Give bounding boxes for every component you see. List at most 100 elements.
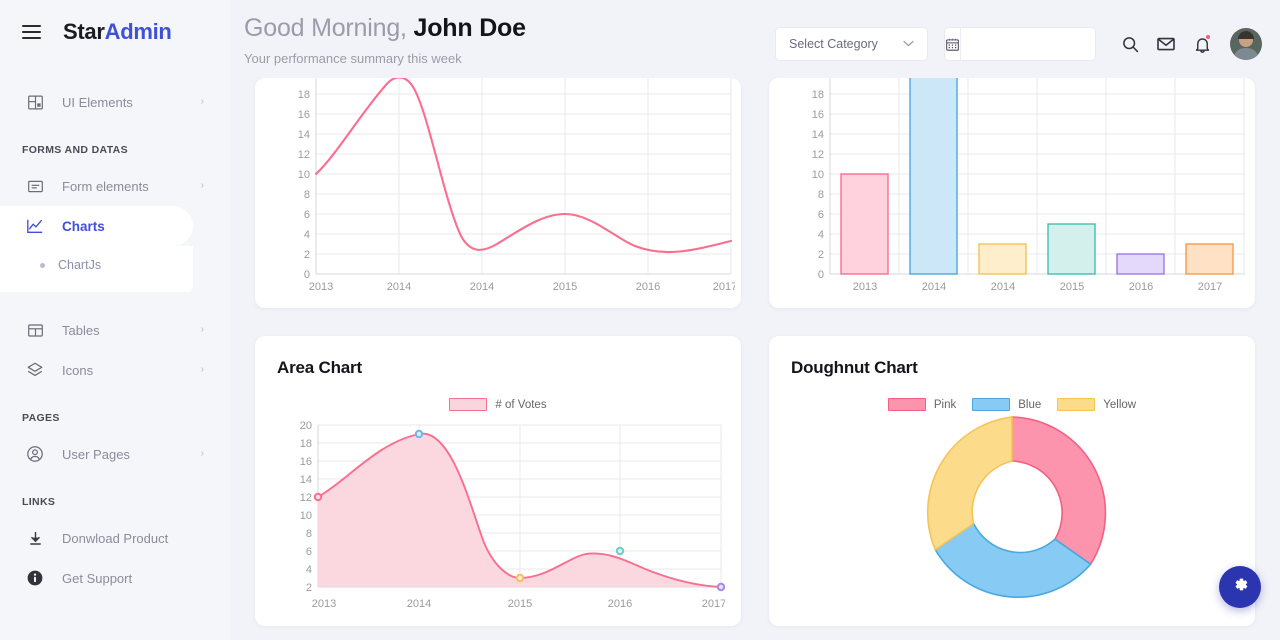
header-controls: Select Category xyxy=(775,0,1262,61)
legend-swatch xyxy=(449,398,487,411)
info-icon xyxy=(24,567,46,589)
sidebar-nav: UI Elements › FORMS AND DATAS Form eleme… xyxy=(0,64,230,598)
select-category-dropdown[interactable]: Select Category xyxy=(775,27,928,61)
date-picker-group[interactable] xyxy=(944,27,1096,61)
sidebar-item-label: User Pages xyxy=(62,447,201,462)
settings-fab-button[interactable] xyxy=(1219,566,1261,608)
svg-text:2016: 2016 xyxy=(636,281,660,290)
date-input[interactable] xyxy=(961,28,1096,60)
legend-item[interactable]: # of Votes xyxy=(449,398,546,411)
sidebar-item-user-pages[interactable]: User Pages › xyxy=(0,434,230,474)
sidebar-category-forms: FORMS AND DATAS xyxy=(0,144,230,156)
svg-text:2013: 2013 xyxy=(853,281,877,290)
svg-text:14: 14 xyxy=(298,129,310,141)
line-chart[interactable]: 1816 1412 108 64 20 20132014 20142015 20… xyxy=(275,78,721,290)
svg-text:20: 20 xyxy=(300,421,312,432)
charts-row-top: 1816 1412 108 64 20 20132014 20142015 20… xyxy=(255,78,1255,308)
sidebar: StarAdmin UI Elements › FORMS AND DATAS xyxy=(0,0,230,640)
doughnut-chart-svg xyxy=(912,413,1112,613)
svg-text:0: 0 xyxy=(818,269,824,281)
ui-elements-icon xyxy=(24,91,46,113)
sidebar-subitem-chartjs[interactable]: ChartJs xyxy=(0,250,193,280)
chevron-right-icon: › xyxy=(201,365,204,375)
mail-icon[interactable] xyxy=(1148,27,1184,61)
calendar-icon[interactable] xyxy=(945,28,961,60)
svg-text:2014: 2014 xyxy=(922,281,946,290)
svg-text:18: 18 xyxy=(812,89,824,101)
doughnut-chart[interactable] xyxy=(791,413,1233,613)
sidebar-item-tables[interactable]: Tables › xyxy=(0,310,230,350)
gear-icon xyxy=(1231,575,1250,599)
doughnut-chart-title: Doughnut Chart xyxy=(791,358,1233,378)
sidebar-item-label: UI Elements xyxy=(62,95,201,110)
area-chart-svg: 2018 1614 1210 86 42 20132014 20152016 2… xyxy=(277,421,725,621)
svg-text:6: 6 xyxy=(306,546,312,558)
svg-text:10: 10 xyxy=(812,169,824,181)
legend-item[interactable]: Blue xyxy=(972,398,1041,411)
sidebar-item-label: Charts xyxy=(62,219,230,234)
greeting-prefix: Good Morning, xyxy=(244,14,407,42)
form-elements-icon xyxy=(24,175,46,197)
svg-text:8: 8 xyxy=(304,189,310,201)
svg-text:18: 18 xyxy=(298,89,310,101)
svg-text:2: 2 xyxy=(818,249,824,261)
brand-logo[interactable]: StarAdmin xyxy=(63,21,172,43)
user-pages-icon xyxy=(24,443,46,465)
chevron-right-icon: › xyxy=(201,449,204,459)
area-chart[interactable]: 2018 1614 1210 86 42 20132014 20152016 2… xyxy=(277,421,719,621)
sidebar-item-ui-elements[interactable]: UI Elements › xyxy=(0,82,230,122)
sidebar-item-label: Tables xyxy=(62,323,201,338)
download-icon xyxy=(24,527,46,549)
avatar[interactable] xyxy=(1230,28,1262,60)
line-chart-card: 1816 1412 108 64 20 20132014 20142015 20… xyxy=(255,78,741,308)
svg-text:2014: 2014 xyxy=(387,281,411,290)
svg-text:16: 16 xyxy=(298,109,310,121)
greeting-block: Good Morning, John Doe Your performance … xyxy=(244,0,775,66)
sidebar-brand-row: StarAdmin xyxy=(0,0,230,64)
sidebar-item-form-elements[interactable]: Form elements › xyxy=(0,166,230,206)
svg-text:2017: 2017 xyxy=(702,598,725,610)
search-icon[interactable] xyxy=(1112,27,1148,61)
app-root: StarAdmin UI Elements › FORMS AND DATAS xyxy=(0,0,1280,640)
sidebar-item-download-product[interactable]: Donwload Product xyxy=(0,518,230,558)
svg-text:10: 10 xyxy=(300,510,312,522)
legend-item[interactable]: Yellow xyxy=(1057,398,1136,411)
svg-text:2013: 2013 xyxy=(309,281,333,290)
svg-text:2016: 2016 xyxy=(1129,281,1153,290)
svg-text:4: 4 xyxy=(818,229,824,241)
notification-badge xyxy=(1205,34,1211,40)
bell-icon[interactable] xyxy=(1184,27,1220,61)
svg-text:10: 10 xyxy=(298,169,310,181)
sidebar-item-charts[interactable]: Charts xyxy=(0,206,230,246)
avatar-body xyxy=(1233,48,1259,60)
sidebar-item-get-support[interactable]: Get Support xyxy=(0,558,230,598)
svg-text:2017: 2017 xyxy=(713,281,735,290)
svg-text:14: 14 xyxy=(812,129,824,141)
bar-chart-svg: 1816 1412 108 64 20 20132014 20142015 20… xyxy=(789,78,1249,290)
sidebar-category-links: LINKS xyxy=(0,496,230,508)
svg-text:14: 14 xyxy=(300,474,312,486)
sidebar-item-icons[interactable]: Icons › xyxy=(0,350,230,390)
icons-icon xyxy=(24,359,46,381)
hamburger-menu-icon[interactable] xyxy=(22,25,41,39)
area-chart-title: Area Chart xyxy=(277,358,719,378)
legend-item[interactable]: Pink xyxy=(888,398,956,411)
area-chart-card: Area Chart # of Votes xyxy=(255,336,741,626)
svg-text:4: 4 xyxy=(304,229,310,241)
sidebar-category-pages: PAGES xyxy=(0,412,230,424)
chevron-right-icon: › xyxy=(201,97,204,107)
bar-chart[interactable]: 1816 1412 108 64 20 20132014 20142015 20… xyxy=(789,78,1235,290)
page-title: Good Morning, John Doe xyxy=(244,13,775,44)
svg-text:0: 0 xyxy=(304,269,310,281)
svg-text:8: 8 xyxy=(818,189,824,201)
legend-swatch xyxy=(888,398,926,411)
bullet-icon xyxy=(40,263,45,268)
main-content: 1816 1412 108 64 20 20132014 20142015 20… xyxy=(230,78,1280,640)
svg-text:2015: 2015 xyxy=(553,281,577,290)
brand-text-primary: Star xyxy=(63,19,105,44)
charts-icon xyxy=(24,215,46,237)
avatar-hair xyxy=(1238,31,1254,39)
svg-text:2015: 2015 xyxy=(1060,281,1084,290)
doughnut-chart-legend: Pink Blue Yellow xyxy=(791,398,1233,411)
sidebar-item-label: Form elements xyxy=(62,179,201,194)
